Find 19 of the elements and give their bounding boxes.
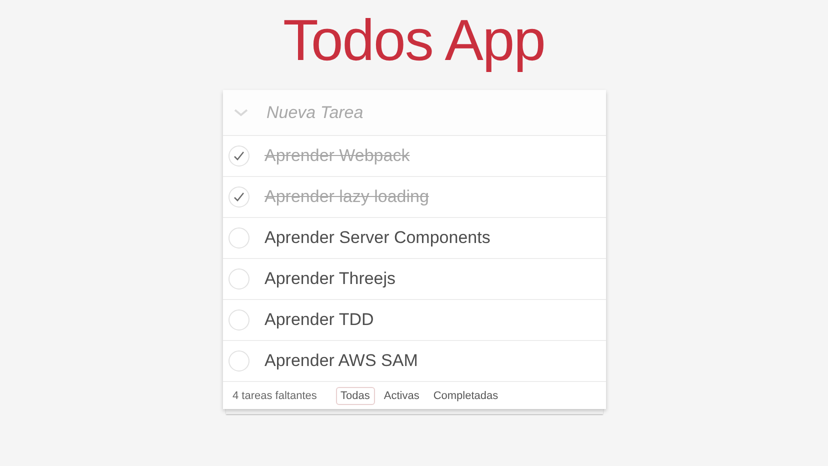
todo-label: Aprender AWS SAM (264, 351, 418, 371)
filter-link[interactable]: Completadas (428, 386, 504, 404)
todo-label: Aprender TDD (264, 310, 374, 330)
chevron-down-icon[interactable] (234, 108, 248, 116)
todo-label: Aprender Threejs (264, 269, 396, 289)
checkbox-icon[interactable] (228, 145, 250, 167)
app-title: Todos App (283, 7, 545, 75)
checkbox-icon[interactable] (228, 186, 250, 208)
checkbox-icon[interactable] (228, 350, 250, 372)
todo-label: Aprender lazy loading (264, 187, 429, 207)
todo-label: Aprender Server Components (264, 228, 490, 248)
checkbox-icon[interactable] (228, 309, 250, 331)
checkbox-icon[interactable] (228, 227, 250, 249)
filter-link[interactable]: Activas (378, 386, 424, 404)
checkbox-icon[interactable] (228, 268, 250, 290)
new-todo-input[interactable]: Nueva Tarea (264, 102, 588, 124)
remaining-count: 4 tareas faltantes (232, 390, 318, 402)
filter-link[interactable]: Todas (336, 386, 375, 404)
todo-label: Aprender Webpack (264, 146, 410, 166)
